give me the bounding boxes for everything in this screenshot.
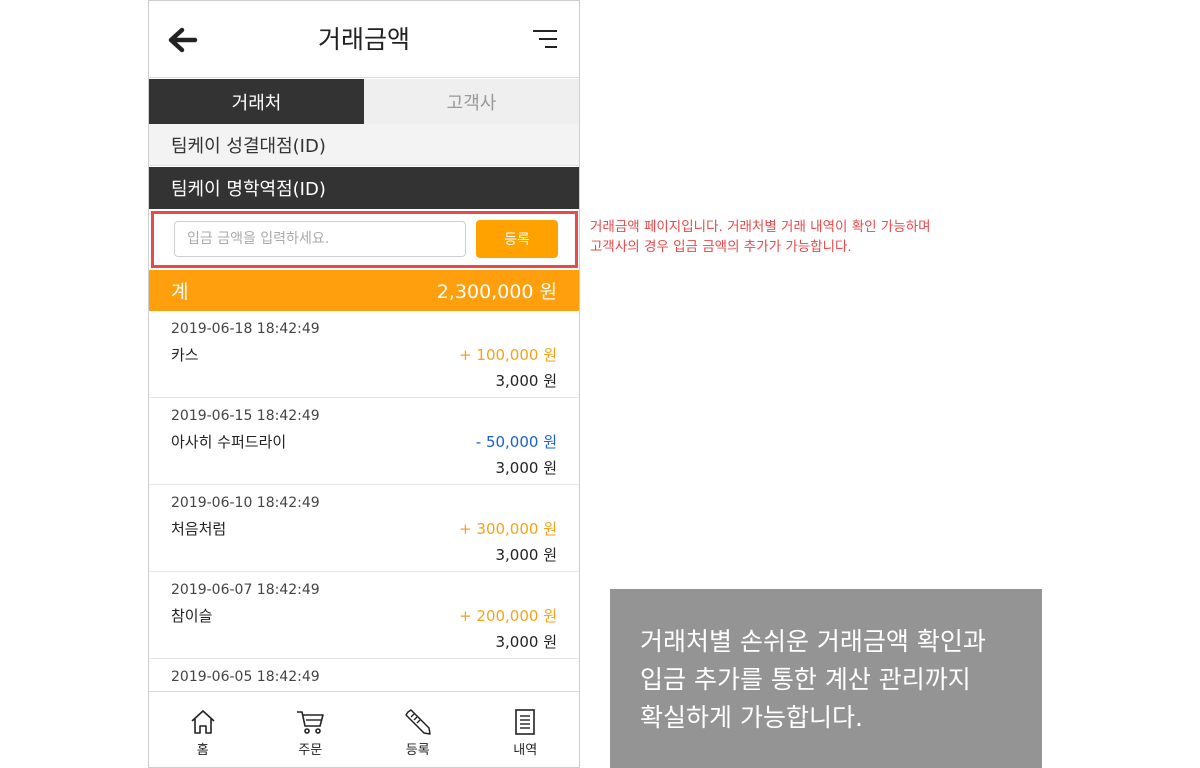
home-icon [191,710,215,734]
tab-customer[interactable]: 고객사 [364,79,579,124]
transaction-name: 카스 [171,346,199,364]
transaction-date: 2019-06-15 18:42:49 [171,408,320,424]
transaction-row[interactable]: 2019-06-10 18:42:49 처음처럼 + 300,000 원 3,0… [149,485,579,572]
nav-home-label: 홈 [196,743,209,758]
nav-history[interactable]: 내역 [472,692,580,767]
page-description: 거래금액 페이지입니다. 거래처별 거래 내역이 확인 가능하며 고객사의 경우… [590,217,990,257]
total-amount: 2,300,000 원 [436,281,557,303]
tab-bar: 거래처 고객사 [149,79,579,124]
tab-partner[interactable]: 거래처 [149,79,364,124]
page-description-line: 거래금액 페이지입니다. 거래처별 거래 내역이 확인 가능하며 [590,219,931,235]
feature-line: 거래처별 손쉬운 거래금액 확인과 [640,627,986,656]
transaction-list: 2019-06-18 18:42:49 카스 + 100,000 원 3,000… [149,311,579,691]
feature-line: 확실하게 가능합니다. [640,703,863,732]
transaction-name: 아사히 수퍼드라이 [171,433,287,451]
transaction-row[interactable]: 2019-06-07 18:42:49 참이슬 + 200,000 원 3,00… [149,572,579,659]
nav-order[interactable]: 주문 [257,692,365,767]
nav-register-label: 등록 [405,743,430,758]
transaction-row[interactable]: 2019-06-18 18:42:49 카스 + 100,000 원 3,000… [149,311,579,398]
menu-icon[interactable] [531,25,561,55]
transaction-balance: 3,000 원 [495,633,557,651]
transaction-date: 2019-06-05 18:42:49 [171,669,320,685]
page-description-line: 고객사의 경우 입금 금액의 추가가 가능합니다. [590,239,852,255]
store-item-seonggyeol[interactable]: 팀케이 성결대점(ID) [149,124,579,166]
feature-line: 입금 추가를 통한 계산 관리까지 [640,665,971,694]
transaction-name: 처음처럼 [171,520,227,538]
document-icon [515,709,536,735]
transaction-row[interactable]: 2019-06-15 18:42:49 아사히 수퍼드라이 - 50,000 원… [149,398,579,485]
transaction-row[interactable]: 2019-06-05 18:42:49 [149,659,579,691]
transaction-date: 2019-06-18 18:42:49 [171,321,320,337]
transaction-balance: 3,000 원 [495,459,557,477]
page-title: 거래금액 [317,25,410,54]
cart-icon [297,711,325,734]
total-summary: 계 2,300,000 원 [149,270,579,311]
phone-screen: 거래금액 거래처 고객사 팀케이 성결대점(ID) 팀케이 명학역점(ID) 등… [148,0,580,768]
total-label: 계 [171,281,189,303]
app-header: 거래금액 [149,1,579,78]
transaction-amount: + 200,000 원 [459,607,557,625]
transaction-name: 참이슬 [171,607,213,625]
nav-register[interactable]: 등록 [364,692,472,767]
pencil-icon [405,709,431,735]
bottom-navigation: 홈 주문 등록 내역 [149,691,580,767]
deposit-form: 등록 [151,211,578,268]
transaction-balance: 3,000 원 [495,372,557,390]
register-button[interactable]: 등록 [476,220,558,258]
feature-callout: 거래처별 손쉬운 거래금액 확인과 입금 추가를 통한 계산 관리까지 확실하게… [610,589,1042,768]
store-item-myeonghak[interactable]: 팀케이 명학역점(ID) [149,167,579,209]
transaction-date: 2019-06-07 18:42:49 [171,582,320,598]
transaction-balance: 3,000 원 [495,546,557,564]
nav-order-label: 주문 [298,743,323,758]
nav-history-label: 내역 [513,743,538,758]
transaction-amount: + 100,000 원 [459,346,557,364]
nav-home[interactable]: 홈 [149,692,257,767]
transaction-amount: + 300,000 원 [459,520,557,538]
deposit-amount-input[interactable] [174,221,466,257]
transaction-amount: - 50,000 원 [475,433,557,451]
transaction-date: 2019-06-10 18:42:49 [171,495,320,511]
